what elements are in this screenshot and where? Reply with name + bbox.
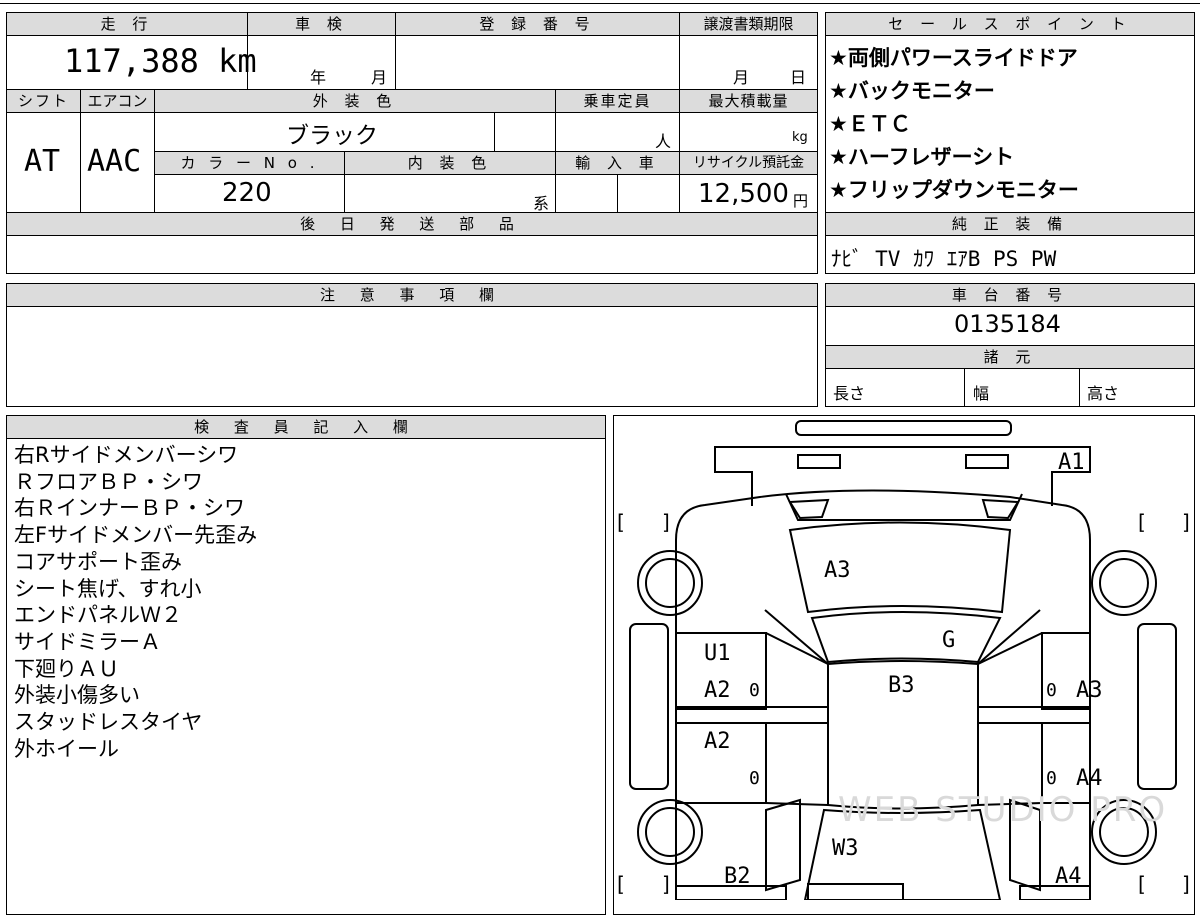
front-lamp-left — [797, 454, 841, 469]
bracket-front-left-open: [ — [617, 510, 625, 534]
front-bumper — [714, 446, 1091, 506]
damage-label-u1: U1 — [704, 641, 731, 666]
hood — [788, 521, 1012, 614]
rear-quarter-left — [765, 798, 801, 892]
fender-left — [629, 623, 669, 790]
rear-bumper-center — [807, 883, 904, 900]
bracket-front-left-close: ] — [662, 510, 670, 534]
damage-label-zero-2: 0 — [1046, 680, 1057, 701]
bracket-rear-right-open: [ — [1138, 872, 1146, 896]
door-pillar-right — [977, 632, 1043, 806]
damage-label-a3-right: A3 — [1076, 678, 1103, 703]
damage-label-a4-right: A4 — [1076, 766, 1103, 791]
damage-label-a2-rear: A2 — [704, 729, 731, 754]
damage-label-g: G — [942, 628, 956, 653]
bracket-front-right-open: [ — [1138, 510, 1146, 534]
damage-label-a3-hood: A3 — [824, 558, 851, 583]
front-bumper-top — [795, 420, 1012, 436]
door-pillar-left — [765, 632, 829, 806]
wheel-front-left-outer — [637, 550, 703, 616]
body-outline — [675, 489, 1091, 900]
wheel-rear-left-inner — [645, 807, 695, 857]
bracket-rear-left-open: [ — [617, 872, 625, 896]
damage-label-zero-3: 0 — [749, 768, 760, 789]
wheel-rear-left-outer — [637, 799, 703, 865]
windshield — [810, 611, 1002, 664]
damage-label-zero-4: 0 — [1046, 768, 1057, 789]
wheel-front-left-inner — [645, 558, 695, 608]
damage-label-a4-rear: A4 — [1055, 864, 1082, 889]
fender-right — [1137, 623, 1177, 790]
damage-label-a1: A1 — [1058, 450, 1085, 475]
front-lamp-right — [965, 454, 1009, 469]
damage-label-a2-front: A2 — [704, 678, 731, 703]
vehicle-diagram — [629, 420, 1177, 900]
wheel-front-right-inner — [1099, 558, 1149, 608]
watermark: WEB STUDIO PRO — [838, 790, 1168, 830]
damage-label-w3: W3 — [832, 836, 859, 861]
bracket-rear-right-close: ] — [1182, 872, 1190, 896]
bracket-rear-left-close: ] — [662, 872, 670, 896]
damage-label-b3: B3 — [888, 673, 915, 698]
a-pillar-right — [977, 609, 1041, 665]
bracket-front-right-close: ] — [1182, 510, 1190, 534]
damage-label-b2: B2 — [724, 864, 751, 889]
wheel-front-right-outer — [1091, 550, 1157, 616]
damage-label-zero-1: 0 — [749, 680, 760, 701]
